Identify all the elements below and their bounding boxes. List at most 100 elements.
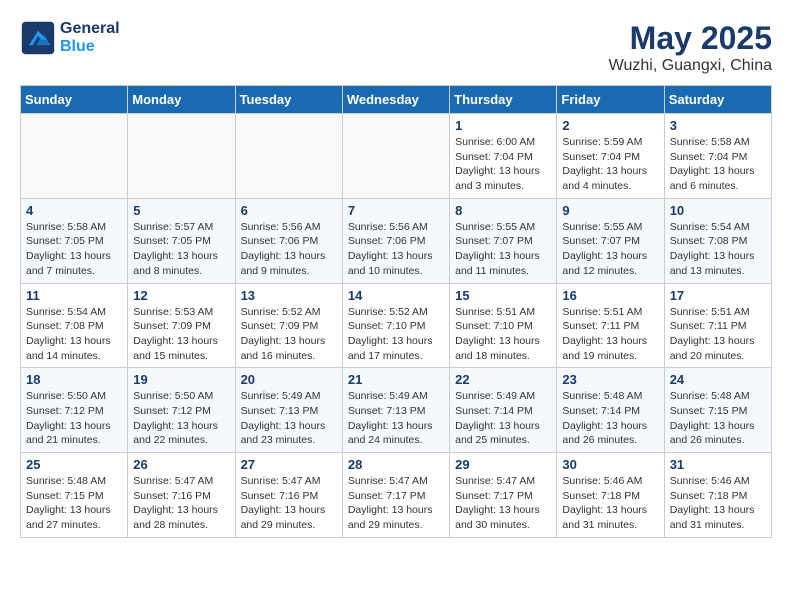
day-number: 28 — [348, 457, 444, 472]
day-cell-12: 12 Sunrise: 5:53 AM Sunset: 7:09 PM Dayli… — [128, 283, 235, 368]
day-number: 29 — [455, 457, 551, 472]
day-number: 17 — [670, 288, 766, 303]
day-info: Sunrise: 5:48 AM Sunset: 7:15 PM Dayligh… — [670, 389, 766, 448]
day-info: Sunrise: 5:46 AM Sunset: 7:18 PM Dayligh… — [670, 474, 766, 533]
day-number: 14 — [348, 288, 444, 303]
day-info: Sunrise: 5:51 AM Sunset: 7:11 PM Dayligh… — [562, 305, 658, 364]
weekday-header-monday: Monday — [128, 86, 235, 114]
day-cell-2: 2 Sunrise: 5:59 AM Sunset: 7:04 PM Daylig… — [557, 114, 664, 199]
day-number: 22 — [455, 372, 551, 387]
day-cell-13: 13 Sunrise: 5:52 AM Sunset: 7:09 PM Dayli… — [235, 283, 342, 368]
day-info: Sunrise: 5:50 AM Sunset: 7:12 PM Dayligh… — [26, 389, 122, 448]
page-header: General Blue May 2025 Wuzhi, Guangxi, Ch… — [20, 20, 772, 75]
day-info: Sunrise: 5:55 AM Sunset: 7:07 PM Dayligh… — [455, 220, 551, 279]
day-cell-1: 1Sunrise: 6:00 AM Sunset: 7:04 PM Daylig… — [450, 114, 557, 199]
day-number: 26 — [133, 457, 229, 472]
week-row-4: 18 Sunrise: 5:50 AM Sunset: 7:12 PM Dayli… — [21, 368, 772, 453]
empty-cell — [21, 114, 128, 199]
week-row-5: 25 Sunrise: 5:48 AM Sunset: 7:15 PM Dayli… — [21, 453, 772, 538]
day-number: 11 — [26, 288, 122, 303]
weekday-header-thursday: Thursday — [450, 86, 557, 114]
day-cell-25: 25 Sunrise: 5:48 AM Sunset: 7:15 PM Dayli… — [21, 453, 128, 538]
logo: General Blue — [20, 20, 120, 56]
day-info: Sunrise: 5:51 AM Sunset: 7:10 PM Dayligh… — [455, 305, 551, 364]
day-cell-30: 30 Sunrise: 5:46 AM Sunset: 7:18 PM Dayli… — [557, 453, 664, 538]
title-block: May 2025 Wuzhi, Guangxi, China — [609, 20, 772, 75]
day-info: Sunrise: 5:59 AM Sunset: 7:04 PM Dayligh… — [562, 135, 658, 194]
empty-cell — [235, 114, 342, 199]
day-cell-14: 14 Sunrise: 5:52 AM Sunset: 7:10 PM Dayli… — [342, 283, 449, 368]
location: Wuzhi, Guangxi, China — [609, 57, 772, 75]
day-cell-31: 31 Sunrise: 5:46 AM Sunset: 7:18 PM Dayli… — [664, 453, 771, 538]
day-cell-6: 6Sunrise: 5:56 AM Sunset: 7:06 PM Daylig… — [235, 198, 342, 283]
day-info: Sunrise: 5:46 AM Sunset: 7:18 PM Dayligh… — [562, 474, 658, 533]
day-number: 9 — [562, 203, 658, 218]
day-cell-21: 21 Sunrise: 5:49 AM Sunset: 7:13 PM Dayli… — [342, 368, 449, 453]
day-number: 21 — [348, 372, 444, 387]
day-cell-4: 4 Sunrise: 5:58 AM Sunset: 7:05 PM Daylig… — [21, 198, 128, 283]
day-number: 16 — [562, 288, 658, 303]
day-number: 6 — [241, 203, 337, 218]
day-cell-15: 15Sunrise: 5:51 AM Sunset: 7:10 PM Dayli… — [450, 283, 557, 368]
day-cell-22: 22 Sunrise: 5:49 AM Sunset: 7:14 PM Dayli… — [450, 368, 557, 453]
logo-text: General Blue — [60, 20, 120, 56]
day-cell-5: 5 Sunrise: 5:57 AM Sunset: 7:05 PM Daylig… — [128, 198, 235, 283]
month-title: May 2025 — [609, 20, 772, 57]
logo-icon — [20, 20, 56, 56]
day-info: Sunrise: 5:50 AM Sunset: 7:12 PM Dayligh… — [133, 389, 229, 448]
weekday-header-friday: Friday — [557, 86, 664, 114]
day-cell-10: 10Sunrise: 5:54 AM Sunset: 7:08 PM Dayli… — [664, 198, 771, 283]
day-number: 3 — [670, 118, 766, 133]
day-number: 7 — [348, 203, 444, 218]
weekday-header-sunday: Sunday — [21, 86, 128, 114]
day-number: 31 — [670, 457, 766, 472]
day-number: 25 — [26, 457, 122, 472]
day-cell-19: 19Sunrise: 5:50 AM Sunset: 7:12 PM Dayli… — [128, 368, 235, 453]
weekday-header-tuesday: Tuesday — [235, 86, 342, 114]
day-number: 23 — [562, 372, 658, 387]
day-cell-28: 28 Sunrise: 5:47 AM Sunset: 7:17 PM Dayli… — [342, 453, 449, 538]
day-number: 2 — [562, 118, 658, 133]
day-info: Sunrise: 5:57 AM Sunset: 7:05 PM Dayligh… — [133, 220, 229, 279]
day-info: Sunrise: 5:53 AM Sunset: 7:09 PM Dayligh… — [133, 305, 229, 364]
day-info: Sunrise: 5:49 AM Sunset: 7:13 PM Dayligh… — [348, 389, 444, 448]
week-row-2: 4 Sunrise: 5:58 AM Sunset: 7:05 PM Daylig… — [21, 198, 772, 283]
day-cell-18: 18 Sunrise: 5:50 AM Sunset: 7:12 PM Dayli… — [21, 368, 128, 453]
weekday-header-saturday: Saturday — [664, 86, 771, 114]
day-number: 4 — [26, 203, 122, 218]
day-info: Sunrise: 5:56 AM Sunset: 7:06 PM Dayligh… — [348, 220, 444, 279]
day-number: 1 — [455, 118, 551, 133]
day-cell-20: 20 Sunrise: 5:49 AM Sunset: 7:13 PM Dayli… — [235, 368, 342, 453]
day-info: Sunrise: 5:52 AM Sunset: 7:10 PM Dayligh… — [348, 305, 444, 364]
day-number: 18 — [26, 372, 122, 387]
day-info: Sunrise: 5:54 AM Sunset: 7:08 PM Dayligh… — [26, 305, 122, 364]
day-number: 8 — [455, 203, 551, 218]
empty-cell — [342, 114, 449, 199]
day-cell-17: 17 Sunrise: 5:51 AM Sunset: 7:11 PM Dayli… — [664, 283, 771, 368]
day-info: Sunrise: 5:55 AM Sunset: 7:07 PM Dayligh… — [562, 220, 658, 279]
day-info: Sunrise: 5:47 AM Sunset: 7:17 PM Dayligh… — [348, 474, 444, 533]
day-info: Sunrise: 5:51 AM Sunset: 7:11 PM Dayligh… — [670, 305, 766, 364]
day-number: 5 — [133, 203, 229, 218]
day-cell-7: 7 Sunrise: 5:56 AM Sunset: 7:06 PM Daylig… — [342, 198, 449, 283]
day-cell-27: 27Sunrise: 5:47 AM Sunset: 7:16 PM Dayli… — [235, 453, 342, 538]
day-number: 13 — [241, 288, 337, 303]
day-info: Sunrise: 5:52 AM Sunset: 7:09 PM Dayligh… — [241, 305, 337, 364]
day-number: 30 — [562, 457, 658, 472]
day-number: 12 — [133, 288, 229, 303]
day-info: Sunrise: 5:58 AM Sunset: 7:05 PM Dayligh… — [26, 220, 122, 279]
week-row-1: 1Sunrise: 6:00 AM Sunset: 7:04 PM Daylig… — [21, 114, 772, 199]
day-info: Sunrise: 5:47 AM Sunset: 7:16 PM Dayligh… — [241, 474, 337, 533]
day-info: Sunrise: 5:48 AM Sunset: 7:15 PM Dayligh… — [26, 474, 122, 533]
day-cell-11: 11 Sunrise: 5:54 AM Sunset: 7:08 PM Dayli… — [21, 283, 128, 368]
day-number: 24 — [670, 372, 766, 387]
day-number: 20 — [241, 372, 337, 387]
day-cell-9: 9 Sunrise: 5:55 AM Sunset: 7:07 PM Daylig… — [557, 198, 664, 283]
day-info: Sunrise: 5:49 AM Sunset: 7:14 PM Dayligh… — [455, 389, 551, 448]
calendar: SundayMondayTuesdayWednesdayThursdayFrid… — [20, 85, 772, 538]
day-info: Sunrise: 5:49 AM Sunset: 7:13 PM Dayligh… — [241, 389, 337, 448]
empty-cell — [128, 114, 235, 199]
day-info: Sunrise: 5:47 AM Sunset: 7:16 PM Dayligh… — [133, 474, 229, 533]
day-cell-26: 26 Sunrise: 5:47 AM Sunset: 7:16 PM Dayli… — [128, 453, 235, 538]
weekday-header-wednesday: Wednesday — [342, 86, 449, 114]
